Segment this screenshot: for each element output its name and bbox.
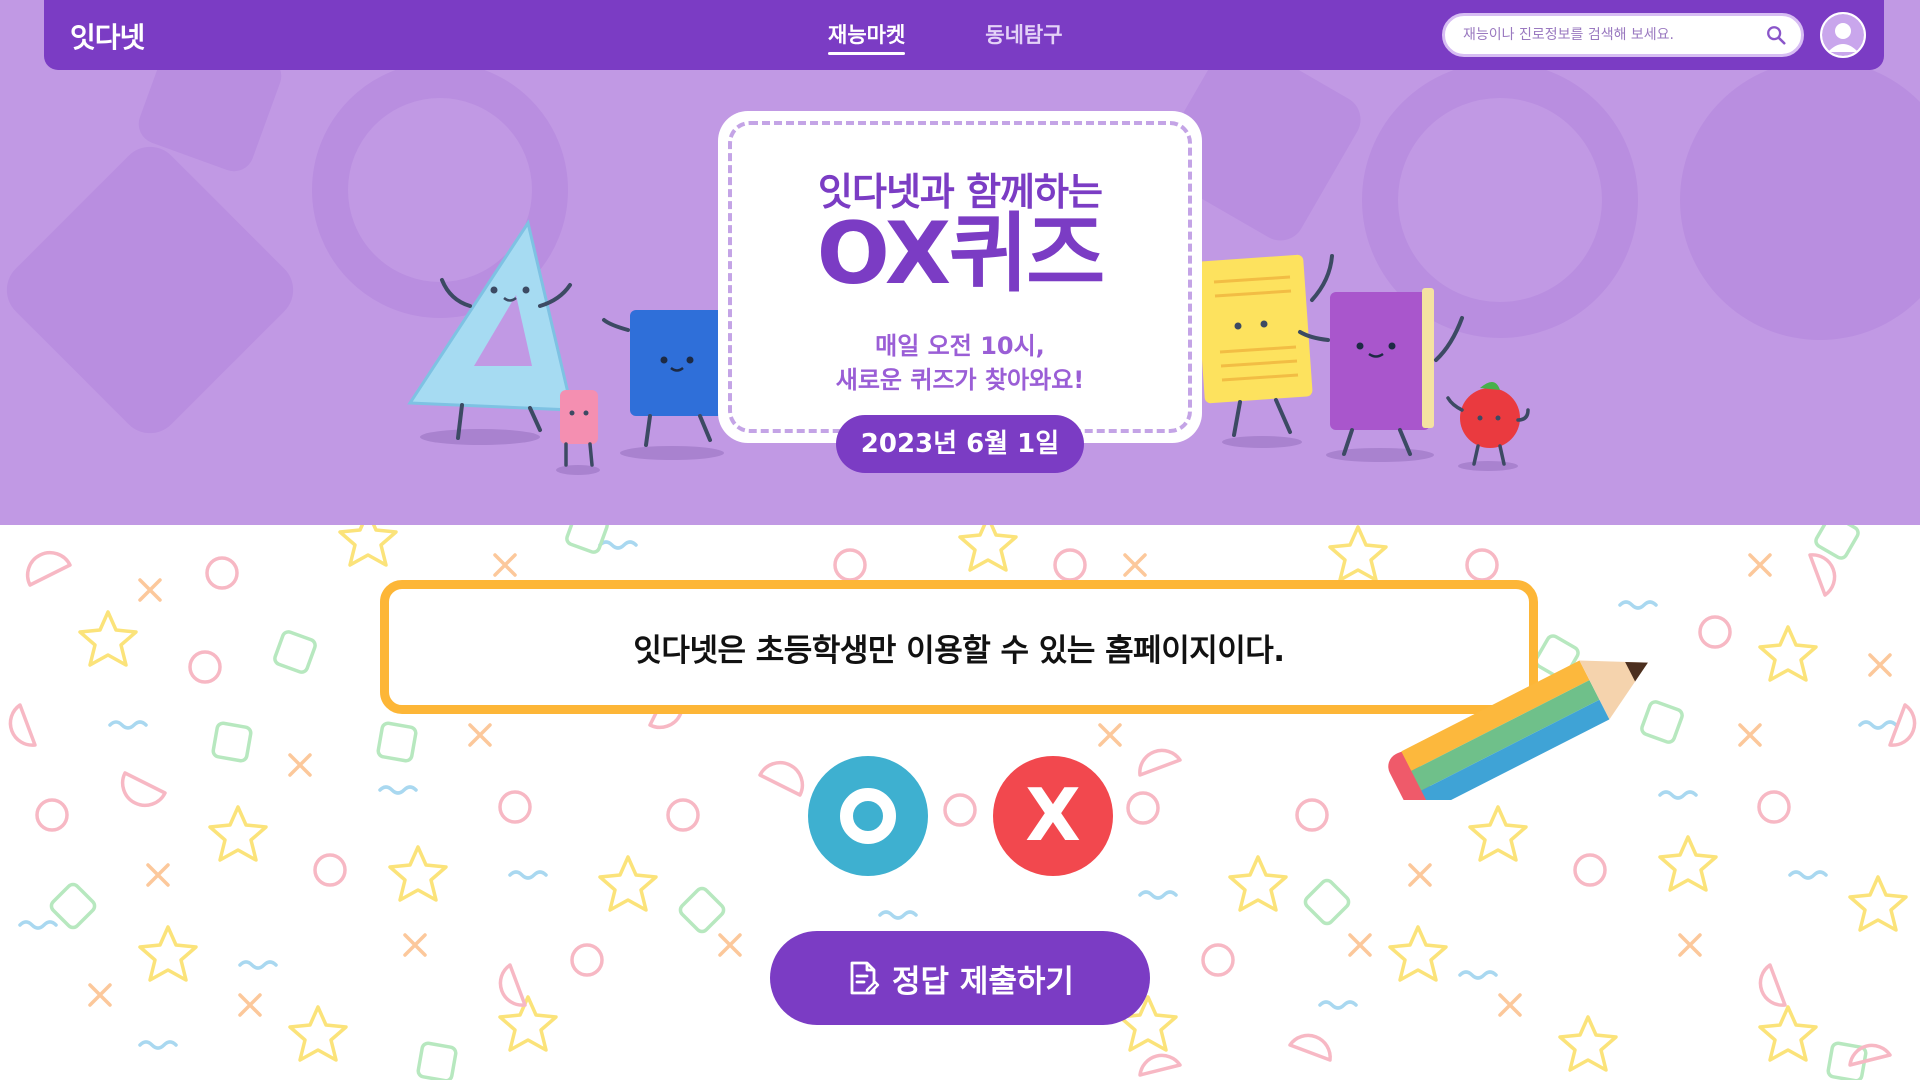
quiz-subtitle-line1: 매일 오전 10시, bbox=[875, 332, 1045, 360]
pencil-illustration bbox=[1388, 660, 1648, 800]
nav-item-neighborhood-explore[interactable]: 동네탐구 bbox=[985, 19, 1062, 55]
user-avatar-icon[interactable] bbox=[1820, 12, 1866, 58]
nav-item-talent-market[interactable]: 재능마켓 bbox=[828, 19, 906, 55]
submit-answer-label: 정답 제출하기 bbox=[892, 963, 1074, 1000]
quiz-date-badge: 2023년 6월 1일 bbox=[836, 415, 1084, 473]
search-input[interactable] bbox=[1463, 16, 1763, 54]
notepad-character bbox=[1178, 240, 1334, 448]
submit-answer-button[interactable]: 정답 제출하기 bbox=[770, 931, 1150, 1025]
apple-character bbox=[1446, 381, 1530, 471]
document-edit-icon bbox=[850, 961, 880, 995]
answer-o-button[interactable] bbox=[808, 756, 928, 876]
main-nav: 재능마켓 동네탐구 bbox=[828, 19, 1063, 55]
quiz-title-card: 잇다넷과 함께하는 OX퀴즈 매일 오전 10시, 새로운 퀴즈가 찾아와요! bbox=[718, 111, 1202, 443]
question-text: 잇다넷은 초등학생만 이용할 수 있는 홈페이지이다. bbox=[633, 633, 1285, 669]
answer-x-button[interactable]: X bbox=[993, 756, 1113, 876]
top-navigation-bar: 잇다넷 재능마켓 동네탐구 bbox=[44, 0, 1884, 70]
quiz-subtitle-line2: 새로운 퀴즈가 찾아와요! bbox=[835, 366, 1085, 394]
search-bar bbox=[1442, 13, 1804, 57]
quiz-subtitle: 매일 오전 10시, 새로운 퀴즈가 찾아와요! bbox=[718, 329, 1202, 397]
quiz-title-line2: OX퀴즈 bbox=[816, 204, 1106, 304]
question-box: 잇다넷은 초등학생만 이용할 수 있는 홈페이지이다. bbox=[380, 580, 1538, 714]
eraser-character bbox=[556, 390, 600, 475]
search-icon[interactable] bbox=[1765, 24, 1787, 46]
site-logo[interactable]: 잇다넷 bbox=[70, 16, 145, 56]
